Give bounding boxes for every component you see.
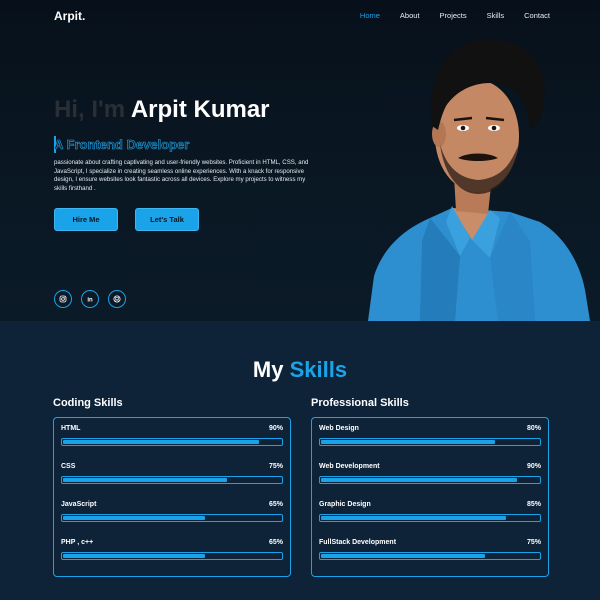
hire-me-button[interactable]: Hire Me [54,208,118,231]
skill-bar [61,552,283,560]
skill-bar-fill [63,440,259,444]
skill-percent: 90% [268,425,283,432]
skill-percent: 65% [268,501,283,508]
nav-item-projects[interactable]: Projects [440,11,467,20]
skill-name: CSS [61,463,76,470]
skills-heading-main: My [252,357,284,382]
skill-bar [319,476,541,484]
skill-percent: 80% [526,425,541,432]
skill-name: Web Design [319,425,359,432]
svg-text:in: in [87,297,93,303]
nav-item-contact[interactable]: Contact [524,11,550,20]
skill-bar-fill [321,516,506,520]
skill-bar-fill [63,516,205,520]
skill-name: Graphic Design [319,501,371,508]
profile-photo [368,39,590,321]
skill-name: HTML [61,425,81,432]
github-icon[interactable] [108,290,126,308]
hero-description: passionate about crafting captivating an… [54,159,309,192]
nav-item-skills[interactable]: Skills [487,11,505,20]
nav-item-home[interactable]: Home [360,11,380,20]
skill-percent: 90% [526,463,541,470]
instagram-icon[interactable] [54,290,72,308]
skill-percent: 75% [526,539,541,546]
coding-skills-card: HTML 90% CSS 75% JavaScript 65% PHP , c+… [53,417,291,577]
skill-bar-fill [63,478,227,482]
skill-bar [319,514,541,522]
nav-menu: Home About Projects Skills Contact [340,11,550,20]
hero-heading: Hi, I'm Arpit Kumar [54,96,270,124]
skill-bar [61,438,283,446]
skill-bar [61,514,283,522]
skill-name: JavaScript [61,501,97,508]
skill-percent: 85% [526,501,541,508]
skill-bar [319,552,541,560]
skill-bar-fill [321,554,485,558]
hero-role: A Frontend Developer [54,137,190,153]
skill-percent: 75% [268,463,283,470]
professional-skills-card: Web Design 80% Web Development 90% Graph… [311,417,549,577]
coding-skills-title: Coding Skills [53,397,123,409]
skill-bar-fill [321,440,495,444]
skill-name: PHP , c++ [61,539,94,546]
hero-section: Arpit. Home About Projects Skills Contac… [0,0,600,321]
nav-item-about[interactable]: About [400,11,420,20]
skill-bar [319,438,541,446]
skill-bar [61,476,283,484]
skill-bar-fill [321,478,517,482]
skill-name: FullStack Development [319,539,397,546]
hero-greeting: Hi, I'm [54,96,126,123]
professional-skills-title: Professional Skills [311,397,409,409]
skill-name: Web Development [319,463,380,470]
skills-heading-accent: Skills [289,357,348,382]
skill-percent: 65% [268,539,283,546]
skill-bar-fill [63,554,205,558]
logo[interactable]: Arpit. [54,9,85,23]
skills-heading: My Skills [0,357,600,383]
lets-talk-button[interactable]: Let's Talk [135,208,199,231]
hero-name: Arpit Kumar [130,96,270,123]
linkedin-icon[interactable]: in [81,290,99,308]
